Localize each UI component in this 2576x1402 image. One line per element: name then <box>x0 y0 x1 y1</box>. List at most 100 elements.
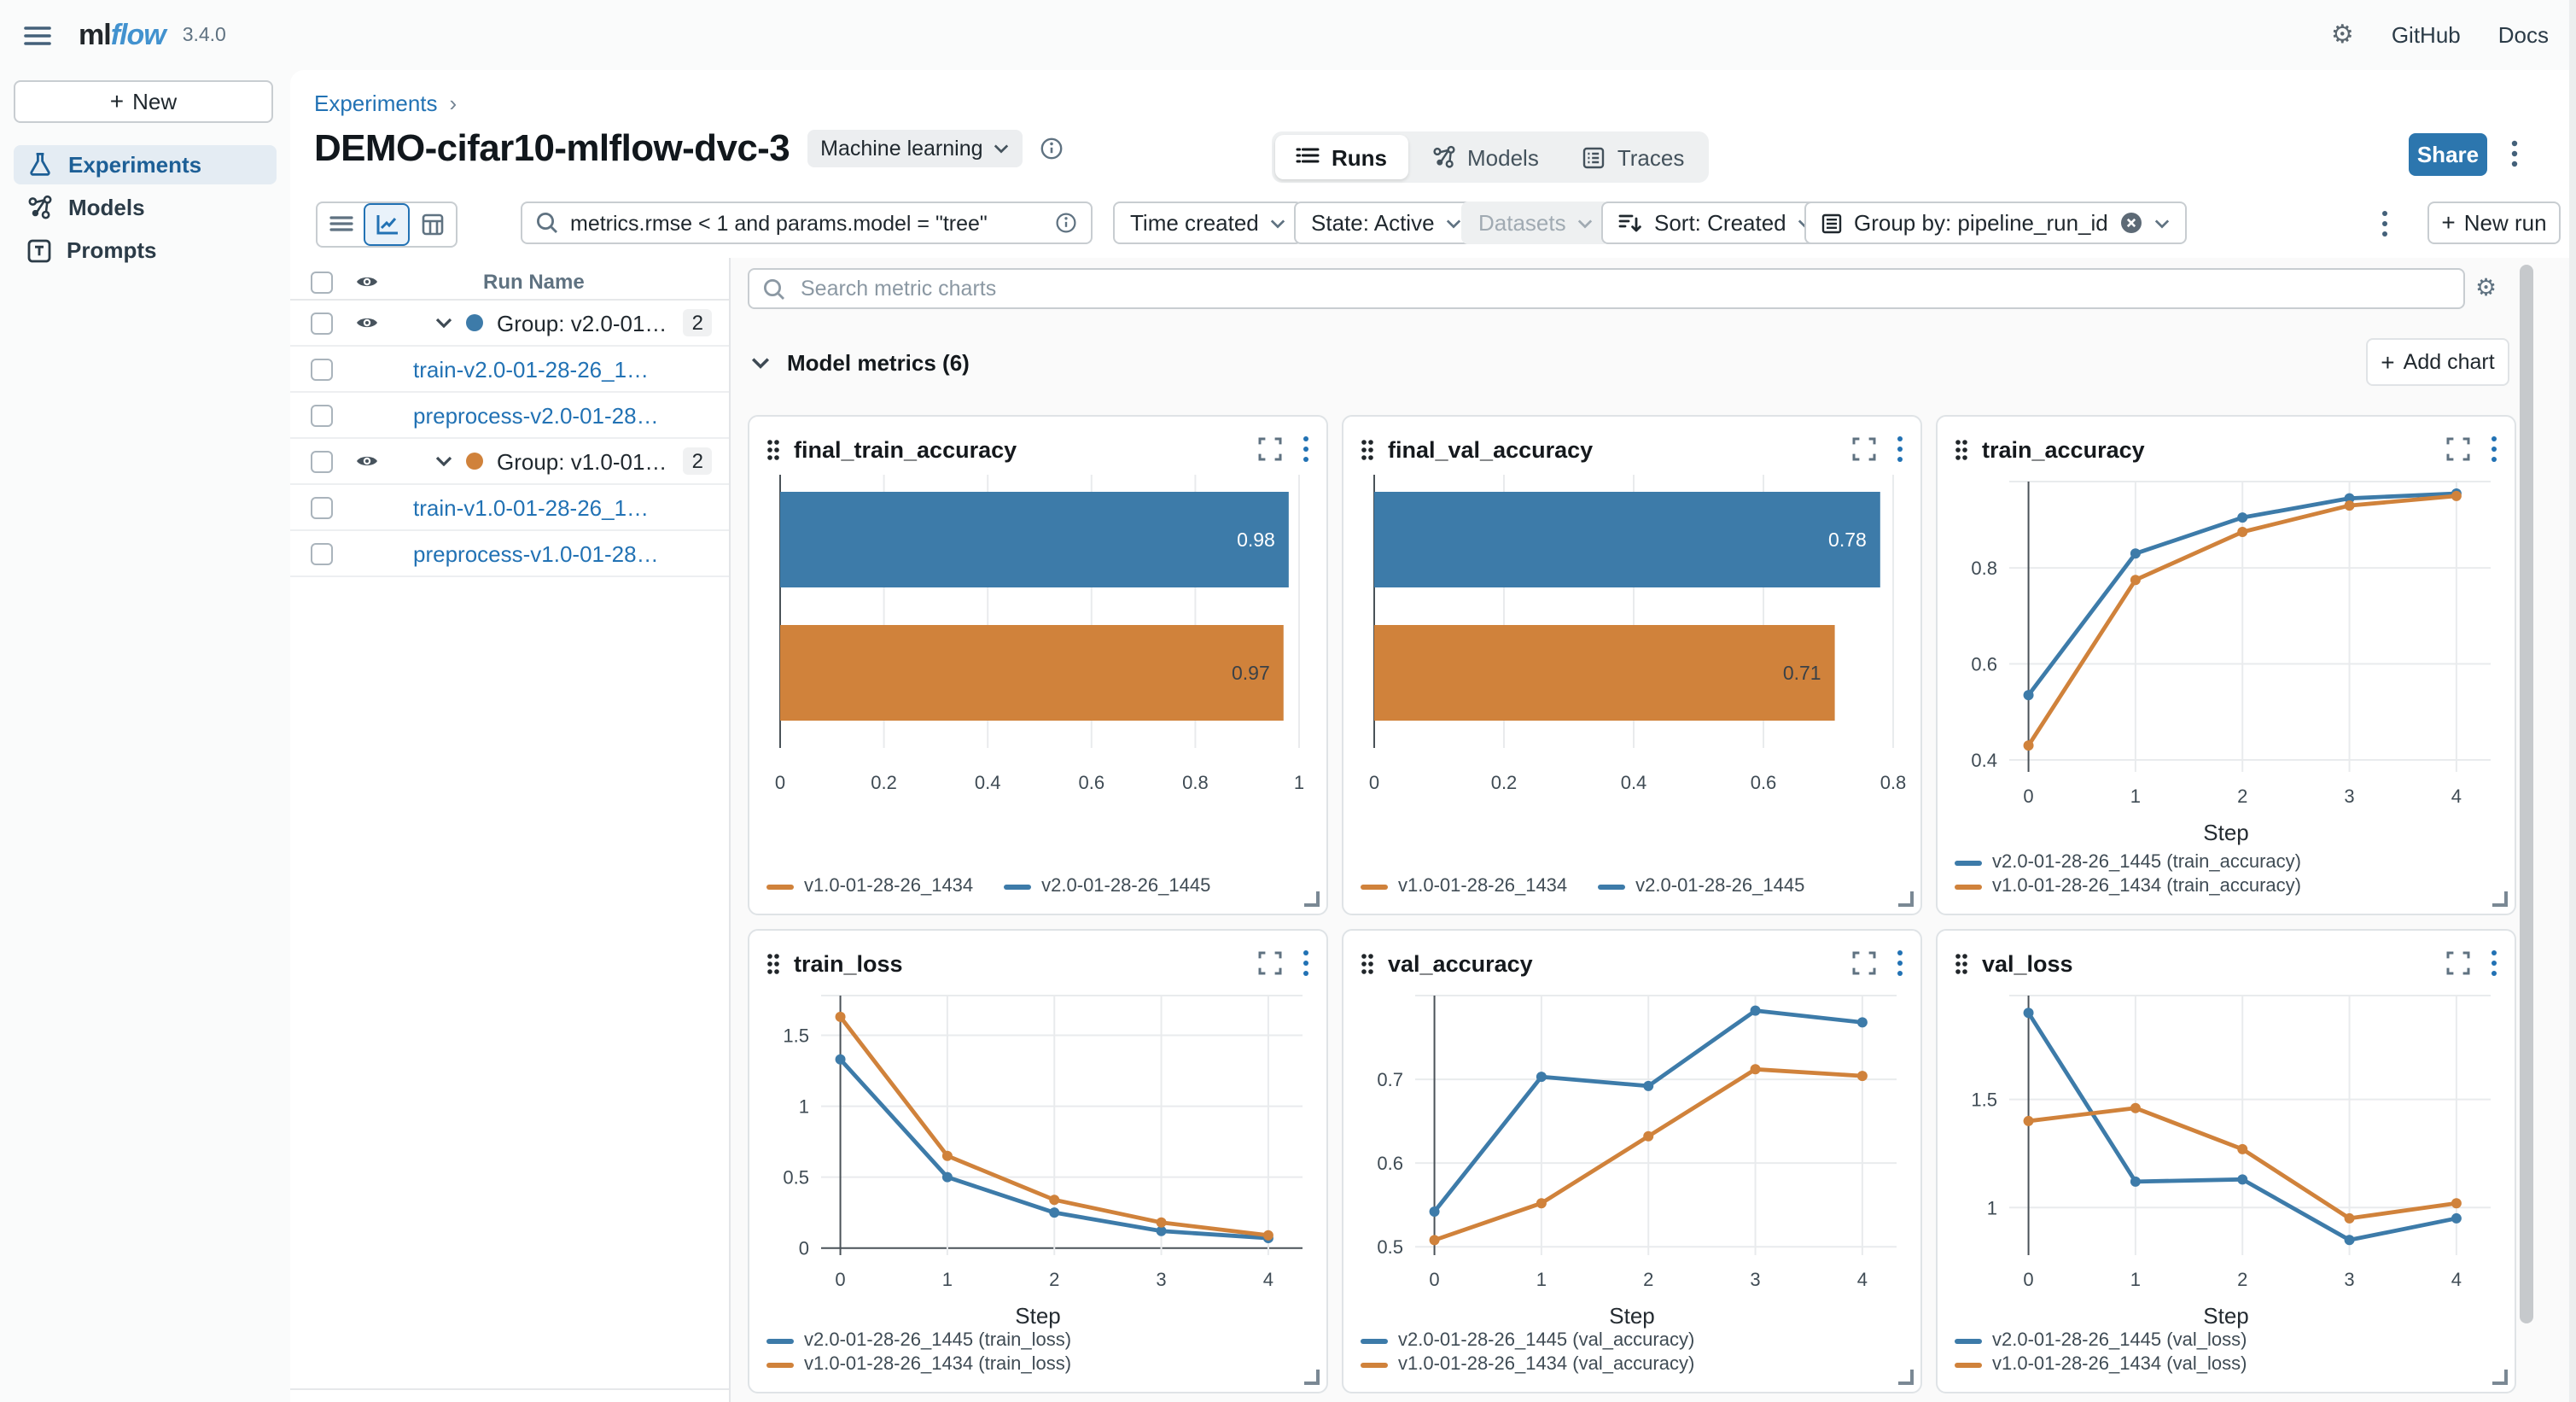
run-row[interactable]: preprocess-v1.0-01-28… <box>290 531 729 577</box>
info-icon[interactable] <box>1040 137 1064 161</box>
row-checkbox[interactable] <box>311 542 333 564</box>
run-name-link[interactable]: preprocess-v2.0-01-28… <box>413 402 659 428</box>
time-created-filter[interactable]: Time created <box>1113 202 1303 244</box>
chart-plot-area[interactable]: 00.20.40.60.80.780.71 <box>1361 468 1903 796</box>
resize-handle[interactable] <box>1898 1370 1914 1385</box>
tab-runs[interactable]: Runs <box>1275 135 1407 179</box>
experiment-tag-dropdown[interactable]: Machine learning <box>807 130 1022 167</box>
sidebar-item-prompts[interactable]: Prompts <box>14 231 277 270</box>
resize-handle[interactable] <box>1304 891 1320 907</box>
legend-item[interactable]: v1.0-01-28-26_1434 (val_accuracy) <box>1361 1354 1903 1375</box>
resize-handle[interactable] <box>1898 891 1914 907</box>
share-button[interactable]: Share <box>2409 133 2487 176</box>
resize-handle[interactable] <box>2492 1370 2508 1385</box>
legend-item[interactable]: v2.0-01-28-26_1445 (val_accuracy) <box>1361 1330 1903 1351</box>
expand-icon[interactable] <box>2446 437 2470 461</box>
drag-handle-icon[interactable] <box>1361 438 1374 460</box>
metric-charts-search-input[interactable] <box>797 275 2450 302</box>
drag-handle-icon[interactable] <box>1955 952 1968 974</box>
expand-icon[interactable] <box>1852 437 1876 461</box>
new-button[interactable]: New <box>14 80 273 123</box>
charts-scrollbar[interactable] <box>2520 265 2533 1323</box>
new-run-button[interactable]: New run <box>2427 202 2561 244</box>
github-link[interactable]: GitHub <box>2392 22 2461 48</box>
chart-kebab-menu-icon[interactable] <box>1303 435 1309 463</box>
legend-item[interactable]: v1.0-01-28-26_1434 (train_accuracy) <box>1955 876 2497 897</box>
visibility-eye-icon[interactable] <box>350 273 384 290</box>
legend-item[interactable]: v1.0-01-28-26_1434 (train_loss) <box>766 1354 1309 1375</box>
expand-icon[interactable] <box>1258 951 1282 975</box>
drag-handle-icon[interactable] <box>766 952 780 974</box>
group-by-filter[interactable]: Group by: pipeline_run_id <box>1804 202 2187 244</box>
chart-plot-area[interactable]: 11.501234 <box>1955 982 2497 1300</box>
docs-link[interactable]: Docs <box>2498 22 2549 48</box>
chart-kebab-menu-icon[interactable] <box>2491 435 2497 463</box>
row-checkbox[interactable] <box>311 450 333 472</box>
expand-icon[interactable] <box>1852 951 1876 975</box>
row-checkbox[interactable] <box>311 358 333 380</box>
row-checkbox[interactable] <box>311 312 333 334</box>
resize-handle[interactable] <box>2492 891 2508 907</box>
run-name-column-header[interactable]: Run Name <box>483 270 585 294</box>
row-checkbox[interactable] <box>311 496 333 518</box>
table-view-button[interactable] <box>410 203 456 246</box>
chart-plot-area[interactable]: 0.40.60.801234 <box>1955 468 2497 816</box>
chart-view-button[interactable] <box>364 203 410 246</box>
settings-gear-icon[interactable] <box>2331 22 2354 48</box>
expand-icon[interactable] <box>2446 951 2470 975</box>
sort-filter[interactable]: Sort: Created <box>1601 202 1831 244</box>
run-name-link[interactable]: train-v2.0-01-28-26_1… <box>413 356 649 382</box>
visibility-eye-icon[interactable] <box>350 453 384 470</box>
chart-kebab-menu-icon[interactable] <box>2491 949 2497 977</box>
legend-item[interactable]: v1.0-01-28-26_1434 (val_loss) <box>1955 1354 2497 1375</box>
clear-group-by-icon[interactable] <box>2120 212 2142 234</box>
chart-kebab-menu-icon[interactable] <box>1303 949 1309 977</box>
expand-icon[interactable] <box>1258 437 1282 461</box>
hamburger-menu-icon[interactable] <box>17 18 58 52</box>
legend-item[interactable]: v1.0-01-28-26_1434 <box>766 876 973 897</box>
breadcrumb-experiments-link[interactable]: Experiments <box>314 91 438 116</box>
chart-plot-area[interactable]: 0.50.60.701234 <box>1361 982 1903 1300</box>
tab-models[interactable]: Models <box>1411 135 1559 179</box>
charts-settings-gear-icon[interactable] <box>2475 275 2497 299</box>
resize-handle[interactable] <box>1304 1370 1320 1385</box>
runs-search-input[interactable] <box>570 211 1043 235</box>
legend-item[interactable]: v2.0-01-28-26_1445 <box>1598 876 1804 897</box>
chart-plot-area[interactable]: 00.20.40.60.810.980.97 <box>766 468 1309 796</box>
run-row[interactable]: train-v2.0-01-28-26_1… <box>290 347 729 393</box>
visibility-eye-icon[interactable] <box>350 314 384 331</box>
legend-item[interactable]: v2.0-01-28-26_1445 (val_loss) <box>1955 1330 2497 1351</box>
run-group-row[interactable]: Group: v2.0-01… 2 <box>290 301 729 347</box>
legend-item[interactable]: v2.0-01-28-26_1445 (train_accuracy) <box>1955 852 2497 873</box>
group-collapse-chevron-icon[interactable] <box>435 318 452 328</box>
legend-item[interactable]: v2.0-01-28-26_1445 (train_loss) <box>766 1330 1309 1351</box>
legend-item[interactable]: v2.0-01-28-26_1445 <box>1004 876 1210 897</box>
state-filter[interactable]: State: Active <box>1294 202 1479 244</box>
search-info-icon[interactable] <box>1055 212 1077 234</box>
header-kebab-menu-icon[interactable] <box>2511 140 2518 167</box>
drag-handle-icon[interactable] <box>1955 438 1968 460</box>
model-metrics-section-header[interactable]: Model metrics (6) <box>751 350 970 376</box>
breadcrumb[interactable]: Experiments <box>314 91 457 116</box>
run-group-row[interactable]: Group: v1.0-01… 2 <box>290 439 729 485</box>
tab-traces[interactable]: Traces <box>1563 135 1705 179</box>
select-all-checkbox[interactable] <box>311 271 333 293</box>
mlflow-logo[interactable]: mlflow <box>79 18 166 52</box>
chart-kebab-menu-icon[interactable] <box>1897 949 1903 977</box>
list-view-button[interactable] <box>318 203 364 246</box>
run-row[interactable]: train-v1.0-01-28-26_1… <box>290 485 729 531</box>
sidebar-item-models[interactable]: Models <box>14 188 277 227</box>
sidebar-item-experiments[interactable]: Experiments <box>14 145 277 184</box>
run-name-link[interactable]: preprocess-v1.0-01-28… <box>413 540 659 566</box>
row-checkbox[interactable] <box>311 404 333 426</box>
group-collapse-chevron-icon[interactable] <box>435 456 452 466</box>
legend-item[interactable]: v1.0-01-28-26_1434 <box>1361 876 1567 897</box>
chart-kebab-menu-icon[interactable] <box>1897 435 1903 463</box>
drag-handle-icon[interactable] <box>1361 952 1374 974</box>
run-row[interactable]: preprocess-v2.0-01-28… <box>290 393 729 439</box>
toolbar-kebab-menu-icon[interactable] <box>2381 210 2388 237</box>
run-name-link[interactable]: train-v1.0-01-28-26_1… <box>413 494 649 520</box>
drag-handle-icon[interactable] <box>766 438 780 460</box>
add-chart-button[interactable]: Add chart <box>2366 338 2509 386</box>
chart-plot-area[interactable]: 00.511.501234 <box>766 982 1309 1300</box>
